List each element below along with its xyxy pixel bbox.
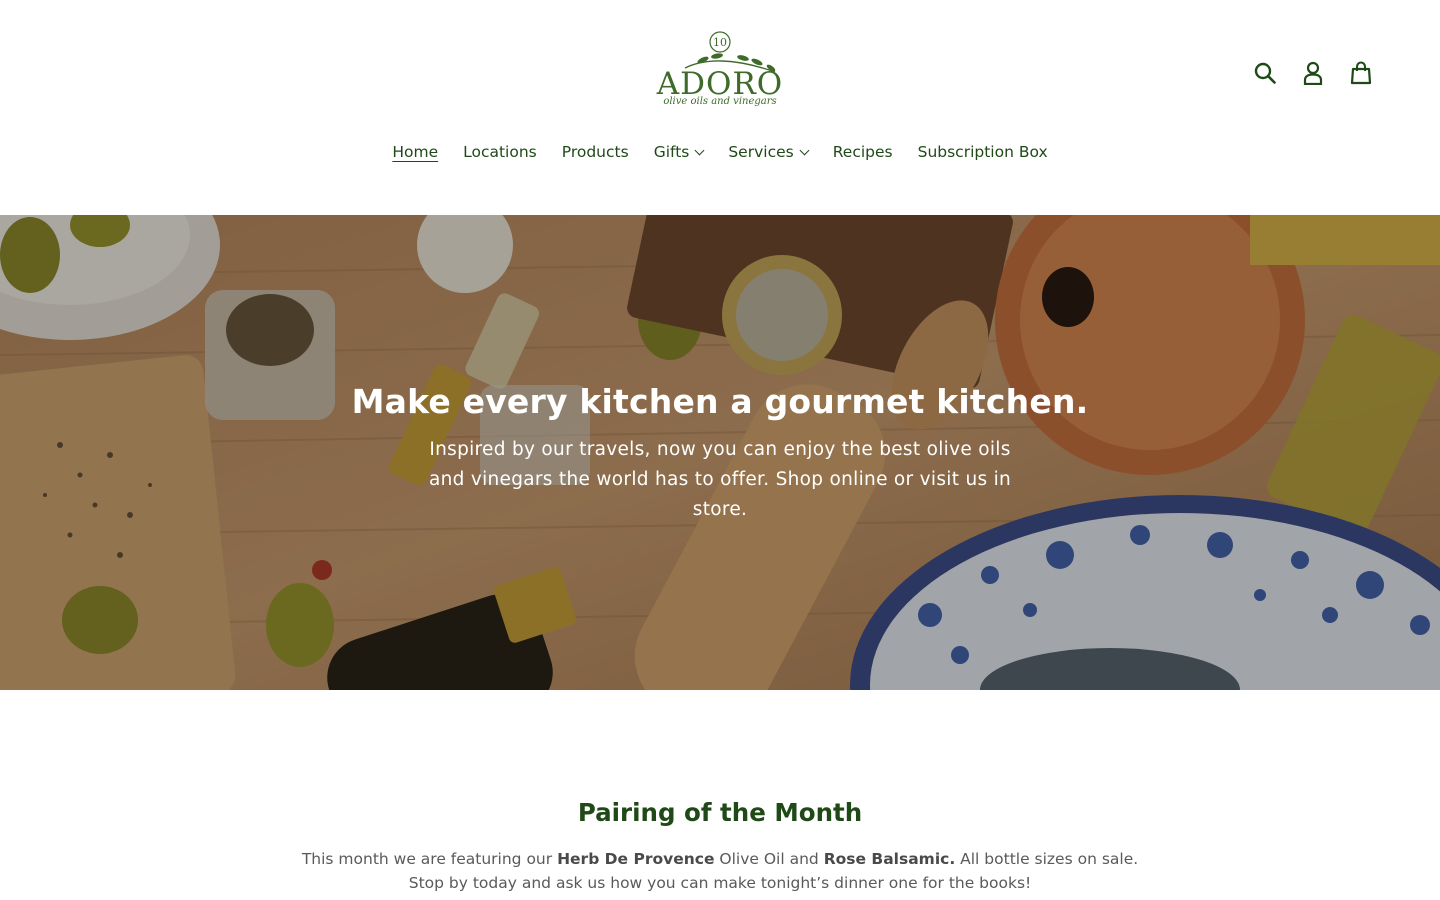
hero-title: Make every kitchen a gourmet kitchen. — [351, 382, 1089, 421]
nav-item-locations[interactable]: Locations — [451, 140, 550, 164]
nav-item-subscription-box[interactable]: Subscription Box — [905, 140, 1060, 164]
header-actions — [1252, 58, 1374, 88]
search-button[interactable] — [1252, 58, 1278, 88]
pairing-text: All bottle sizes on sale. — [955, 850, 1139, 868]
featured-oil: Herb De Provence — [557, 850, 715, 868]
cart-button[interactable] — [1348, 58, 1374, 88]
nav-item-label: Gifts — [653, 143, 690, 161]
main-nav: Home Locations Products Gifts Services R… — [0, 140, 1440, 164]
anniversary-badge: 10 — [713, 36, 727, 49]
hero-subtitle: Inspired by our travels, now you can enj… — [428, 439, 1012, 520]
pairing-title: Pairing of the Month — [577, 798, 863, 827]
pairing-text: Olive Oil and — [714, 850, 824, 868]
brand-tagline: olive oils and vinegars — [663, 96, 777, 107]
pairing-text: This month we are featuring our — [301, 850, 558, 868]
nav-item-products[interactable]: Products — [549, 140, 641, 164]
nav-item-label: Recipes — [832, 143, 893, 161]
nav-item-label: Products — [561, 143, 629, 161]
hero-content: Make every kitchen a gourmet kitchen. In… — [0, 382, 1440, 525]
brand-logo[interactable]: 10 ADORO olive oils and vinegars — [655, 28, 785, 114]
nav-item-services[interactable]: Services — [716, 140, 820, 164]
account-icon — [1303, 61, 1323, 85]
nav-item-gifts[interactable]: Gifts — [641, 140, 716, 164]
nav-item-label: Home — [392, 143, 439, 161]
featured-vinegar: Rose Balsamic. — [823, 850, 956, 868]
nav-item-label: Subscription Box — [917, 143, 1048, 161]
hero-banner: Make every kitchen a gourmet kitchen. In… — [0, 215, 1440, 690]
pairing-line-1: This month we are featuring our Herb De … — [0, 847, 1440, 871]
nav-item-label: Services — [728, 143, 794, 161]
pairing-section: Pairing of the Month This month we are f… — [0, 798, 1440, 895]
chevron-down-icon — [694, 145, 705, 155]
nav-item-recipes[interactable]: Recipes — [820, 140, 905, 164]
site-header: 10 ADORO olive oils and vinegars Home Lo… — [0, 0, 1440, 215]
nav-item-home[interactable]: Home — [380, 140, 451, 164]
search-icon — [1254, 62, 1276, 84]
nav-item-label: Locations — [463, 143, 537, 161]
cart-icon — [1350, 61, 1372, 85]
pairing-description: This month we are featuring our Herb De … — [0, 847, 1440, 895]
pairing-line-2: Stop by today and ask us how you can mak… — [408, 874, 1032, 892]
account-button[interactable] — [1300, 58, 1326, 88]
chevron-down-icon — [799, 145, 810, 155]
